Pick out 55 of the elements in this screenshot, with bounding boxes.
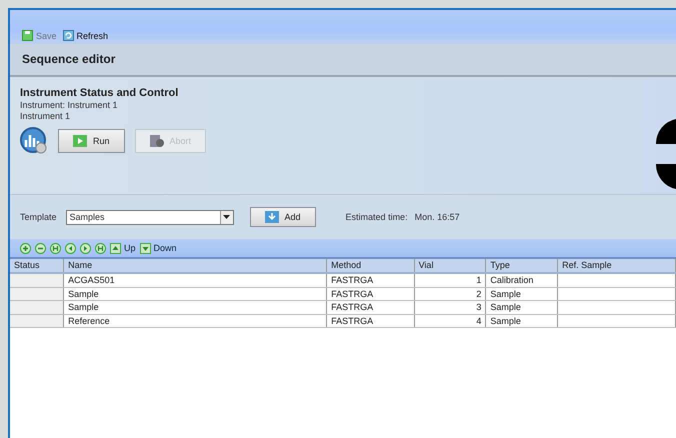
table-cell: Sample <box>486 301 558 314</box>
next-button[interactable] <box>80 242 91 254</box>
column-header[interactable]: Ref. Sample <box>558 259 676 272</box>
table-cell <box>10 314 64 327</box>
section-heading: Instrument Status and Control <box>20 87 180 99</box>
table-cell: FASTRGA <box>327 314 415 327</box>
table-cell <box>10 301 64 314</box>
panel-title: Sequence editor <box>10 44 676 77</box>
skip-icon <box>50 242 61 254</box>
table-cell: Sample <box>64 288 328 300</box>
last-button[interactable] <box>95 242 106 254</box>
instrument-name: Instrument 1 <box>20 111 72 121</box>
table-cell <box>10 274 64 286</box>
template-label: Template <box>20 212 57 222</box>
plus-icon <box>20 242 31 254</box>
table-cell: FASTRGA <box>327 301 415 314</box>
move-up-button[interactable]: Up <box>110 242 136 254</box>
refresh-button[interactable]: Refresh <box>62 30 108 41</box>
skip-icon <box>95 242 106 254</box>
refresh-icon <box>62 30 74 41</box>
table-cell <box>10 288 64 300</box>
table-cell: 3 <box>414 301 486 314</box>
remove-row-button[interactable] <box>35 242 46 254</box>
table-cell: 1 <box>414 274 486 286</box>
table-cell: Sample <box>486 288 558 300</box>
table-cell: Sample <box>64 301 328 314</box>
add-row-button[interactable] <box>20 242 31 254</box>
table-cell: FASTRGA <box>327 288 415 300</box>
callout-mark-drawing <box>656 119 676 189</box>
column-header[interactable]: Status <box>10 259 64 272</box>
instrument-status-icon <box>20 127 48 155</box>
column-header[interactable]: Method <box>327 259 415 272</box>
table-cell: ACGAS501 <box>64 274 328 286</box>
template-dropdown[interactable]: Samples <box>66 210 234 224</box>
table-cell: 4 <box>414 314 486 327</box>
add-icon <box>264 211 279 223</box>
run-button[interactable]: Run <box>58 129 125 153</box>
minus-icon <box>35 242 46 254</box>
prev-button[interactable] <box>65 242 76 254</box>
table-cell: FASTRGA <box>327 274 415 286</box>
estimated-time-label: Estimated time: <box>346 212 408 222</box>
add-button[interactable]: Add <box>250 207 316 227</box>
instrument-label: Instrument: Instrument 1 <box>20 100 119 110</box>
first-button[interactable] <box>50 242 61 254</box>
estimated-time-value: Mon. 16:57 <box>414 212 460 222</box>
column-header[interactable]: Type <box>486 259 558 272</box>
run-icon <box>73 135 87 147</box>
table-cell: Reference <box>64 314 328 327</box>
column-header[interactable]: Name <box>64 259 328 272</box>
table-cell: 2 <box>414 288 486 300</box>
abort-icon <box>150 135 164 147</box>
table-cell: Sample <box>486 314 558 327</box>
move-down-button[interactable]: Down <box>140 242 177 254</box>
column-header[interactable]: Vial <box>414 259 486 272</box>
table-cell: Calibration <box>486 274 558 286</box>
